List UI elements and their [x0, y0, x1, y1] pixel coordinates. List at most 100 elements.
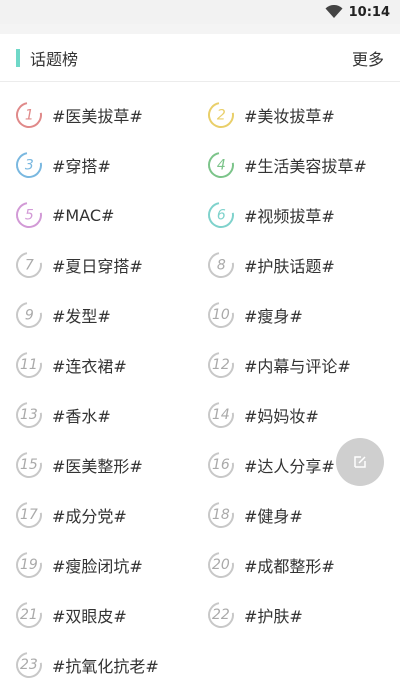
topic-item[interactable]: 14 #妈妈妆# — [200, 390, 400, 440]
rank-badge: 14 — [202, 396, 240, 434]
rank-badge: 11 — [10, 346, 48, 384]
topic-item[interactable]: 20 #成都整形# — [200, 540, 400, 590]
rank-badge: 7 — [10, 246, 48, 284]
topic-item[interactable]: 8 #护肤话题# — [200, 240, 400, 290]
more-link[interactable]: 更多 — [352, 46, 384, 70]
rank-number: 5 — [24, 206, 34, 223]
topic-row: 3 #穿搭# 4 #生活美容拔草# — [0, 140, 400, 190]
topic-label: #MAC# — [52, 205, 115, 225]
rank-badge: 18 — [202, 496, 240, 534]
topic-label: #美妆拔草# — [244, 107, 335, 126]
topic-item[interactable]: 15 #医美整形# — [0, 440, 200, 490]
rank-badge: 21 — [10, 596, 48, 634]
topic-label: #穿搭# — [52, 157, 111, 176]
rank-badge: 1 — [10, 96, 48, 134]
topic-item[interactable]: 12 #内幕与评论# — [200, 340, 400, 390]
topic-label: #内幕与评论# — [244, 357, 351, 376]
rank-number: 3 — [24, 156, 34, 173]
header-title-group: 话题榜 — [16, 46, 78, 70]
topic-row: 5 #MAC# 6 #视频拔草# — [0, 190, 400, 240]
rank-number: 1 — [24, 106, 34, 123]
topic-row: 7 #夏日穿搭# 8 #护肤话题# — [0, 240, 400, 290]
topic-label: #医美整形# — [52, 457, 143, 476]
rank-number: 16 — [212, 456, 230, 473]
topic-grid: 1 #医美拔草# 2 #美妆拔草# 3 #穿搭# 4 #生活美容拔草# 5 #MAC# 6 #视频拔草… — [0, 82, 400, 690]
topic-row: 17 #成分党# 18 #健身# — [0, 490, 400, 540]
rank-number: 21 — [20, 606, 38, 623]
section-header: 话题榜 更多 — [0, 34, 400, 82]
rank-number: 22 — [212, 606, 230, 623]
topic-label: #医美拔草# — [52, 107, 143, 126]
rank-number: 17 — [20, 506, 38, 523]
topic-label: #发型# — [52, 307, 111, 326]
rank-badge: 10 — [202, 296, 240, 334]
topic-label: #护肤话题# — [244, 257, 335, 276]
rank-number: 18 — [212, 506, 230, 523]
rank-number: 20 — [212, 556, 230, 573]
topic-item[interactable]: 18 #健身# — [200, 490, 400, 540]
rank-badge: 17 — [10, 496, 48, 534]
topic-row: 23 #抗氧化抗老# — [0, 640, 400, 690]
section-title: 话题榜 — [30, 49, 79, 69]
topic-label: #连衣裙# — [52, 357, 127, 376]
rank-badge: 12 — [202, 346, 240, 384]
rank-number: 4 — [216, 156, 226, 173]
rank-number: 6 — [216, 206, 226, 223]
topic-item[interactable]: 17 #成分党# — [0, 490, 200, 540]
rank-number: 11 — [20, 356, 38, 373]
rank-number: 7 — [24, 256, 34, 273]
topic-label: #抗氧化抗老# — [52, 657, 159, 676]
topic-label: #妈妈妆# — [244, 407, 319, 426]
wifi-icon — [325, 5, 343, 18]
rank-badge: 19 — [10, 546, 48, 584]
rank-number: 23 — [20, 656, 38, 673]
topic-item[interactable]: 10 #瘦身# — [200, 290, 400, 340]
topic-item[interactable]: 4 #生活美容拔草# — [200, 140, 400, 190]
edit-icon — [354, 456, 366, 468]
rank-number: 12 — [212, 356, 230, 373]
rank-number: 15 — [20, 456, 38, 473]
topic-label: #香水# — [52, 407, 111, 426]
topic-row: 9 #发型# 10 #瘦身# — [0, 290, 400, 340]
topic-item[interactable]: 6 #视频拔草# — [200, 190, 400, 240]
clock-time: 10:14 — [348, 4, 390, 20]
topic-item[interactable]: 2 #美妆拔草# — [200, 90, 400, 140]
rank-badge: 6 — [202, 196, 240, 234]
topic-item[interactable]: 5 #MAC# — [0, 190, 200, 240]
rank-badge: 5 — [10, 196, 48, 234]
rank-number: 13 — [20, 406, 38, 423]
topic-label: #夏日穿搭# — [52, 257, 143, 276]
topic-label: #双眼皮# — [52, 607, 127, 626]
divider — [0, 24, 400, 34]
topic-item[interactable]: 7 #夏日穿搭# — [0, 240, 200, 290]
edit-fab-button[interactable] — [336, 438, 384, 486]
topic-row: 1 #医美拔草# 2 #美妆拔草# — [0, 90, 400, 140]
rank-badge: 8 — [202, 246, 240, 284]
topic-item[interactable]: 3 #穿搭# — [0, 140, 200, 190]
rank-number: 9 — [24, 306, 34, 323]
rank-number: 19 — [20, 556, 38, 573]
topic-item[interactable]: 13 #香水# — [0, 390, 200, 440]
rank-badge: 3 — [10, 146, 48, 184]
status-bar: 10:14 — [0, 0, 400, 24]
rank-badge: 22 — [202, 596, 240, 634]
rank-number: 8 — [216, 256, 226, 273]
rank-badge: 20 — [202, 546, 240, 584]
rank-badge: 23 — [10, 646, 48, 684]
rank-badge: 15 — [10, 446, 48, 484]
rank-badge: 2 — [202, 96, 240, 134]
topic-row: 13 #香水# 14 #妈妈妆# — [0, 390, 400, 440]
topic-label: #瘦脸闭坑# — [52, 557, 143, 576]
topic-label: #瘦身# — [244, 307, 303, 326]
topic-item[interactable]: 11 #连衣裙# — [0, 340, 200, 390]
topic-label: #视频拔草# — [244, 207, 335, 226]
rank-number: 14 — [212, 406, 230, 423]
topic-item[interactable]: 22 #护肤# — [200, 590, 400, 640]
topic-item[interactable]: 9 #发型# — [0, 290, 200, 340]
topic-row: 19 #瘦脸闭坑# 20 #成都整形# — [0, 540, 400, 590]
topic-label: #生活美容拔草# — [244, 157, 367, 176]
topic-item[interactable]: 1 #医美拔草# — [0, 90, 200, 140]
topic-item[interactable]: 19 #瘦脸闭坑# — [0, 540, 200, 590]
topic-item[interactable]: 21 #双眼皮# — [0, 590, 200, 640]
topic-item[interactable]: 23 #抗氧化抗老# — [0, 640, 200, 690]
